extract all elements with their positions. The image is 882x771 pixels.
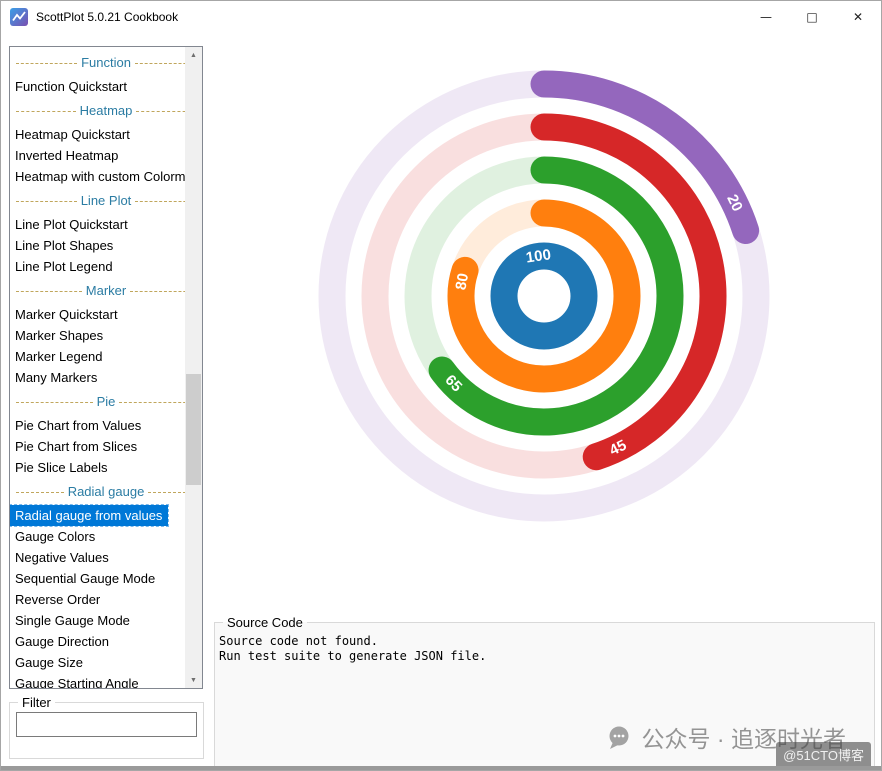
list-item[interactable]: Single Gauge Mode [10, 610, 202, 631]
gauge-value-label: 100 [525, 246, 552, 266]
radial-gauge-chart[interactable]: 10080654520 [214, 36, 874, 606]
window-controls: — □ ✕ [743, 1, 881, 33]
scrollbar-thumb[interactable] [186, 374, 201, 485]
close-button[interactable]: ✕ [835, 1, 881, 33]
list-item[interactable]: Gauge Size [10, 652, 202, 673]
filter-label: Filter [22, 695, 51, 710]
scrollbar-up-icon[interactable]: ▲ [185, 47, 202, 63]
chat-bubble-icon [609, 726, 629, 749]
list-item[interactable]: Line Plot Legend [10, 256, 202, 277]
title-bar: ScottPlot 5.0.21 Cookbook — □ ✕ [1, 1, 881, 33]
list-item[interactable]: Negative Values [10, 547, 202, 568]
window-bottom-edge [1, 766, 881, 770]
list-item[interactable]: Line Plot Quickstart [10, 214, 202, 235]
app-window: ScottPlot 5.0.21 Cookbook — □ ✕ Function… [0, 0, 882, 771]
list-item[interactable]: Pie Chart from Slices [10, 436, 202, 457]
list-item[interactable]: Line Plot Shapes [10, 235, 202, 256]
list-item[interactable]: Pie Slice Labels [10, 457, 202, 478]
window-title: ScottPlot 5.0.21 Cookbook [36, 10, 179, 24]
source-code-label: Source Code [227, 615, 303, 630]
maximize-button[interactable]: □ [789, 1, 835, 33]
filter-groupbox: Filter [9, 695, 204, 759]
filter-input[interactable] [16, 712, 197, 737]
list-item-selected[interactable]: Radial gauge from values [10, 504, 170, 527]
scottplot-logo-icon [10, 8, 28, 26]
list-item[interactable]: Marker Quickstart [10, 304, 202, 325]
list-item[interactable]: Marker Legend [10, 346, 202, 367]
list-item[interactable]: Pie Chart from Values [10, 415, 202, 436]
list-item[interactable]: Inverted Heatmap [10, 145, 202, 166]
list-section-header[interactable]: Line Plot [10, 190, 202, 211]
demo-list[interactable]: Function Function Quickstart Heatmap Heatma… [9, 46, 203, 689]
list-item[interactable]: Sequential Gauge Mode [10, 568, 202, 589]
gauge-arc [490, 242, 598, 350]
scrollbar-down-icon[interactable]: ▼ [185, 672, 202, 688]
list-item[interactable]: Heatmap with custom Colorm [10, 166, 202, 187]
list-section-header[interactable]: Marker [10, 280, 202, 301]
minimize-button[interactable]: — [743, 1, 789, 33]
list-item[interactable]: Gauge Direction [10, 631, 202, 652]
gauge-value-label: 80 [452, 272, 472, 291]
list-section-header[interactable]: Pie [10, 391, 202, 412]
list-item[interactable]: Heatmap Quickstart [10, 124, 202, 145]
list-item[interactable]: Gauge Colors [10, 526, 202, 547]
source-code-text[interactable]: Source code not found. Run test suite to… [219, 634, 870, 664]
list-item[interactable]: Many Markers [10, 367, 202, 388]
list-section-header[interactable]: Heatmap [10, 100, 202, 121]
list-section-header[interactable]: Radial gauge [10, 481, 202, 502]
list-item[interactable]: Function Quickstart [10, 76, 202, 97]
list-section-header[interactable]: Function [10, 52, 202, 73]
list-item[interactable]: Marker Shapes [10, 325, 202, 346]
list-item[interactable]: Reverse Order [10, 589, 202, 610]
list-item[interactable]: Gauge Starting Angle [10, 673, 202, 688]
list-scrollbar[interactable]: ▲ ▼ [185, 47, 202, 688]
